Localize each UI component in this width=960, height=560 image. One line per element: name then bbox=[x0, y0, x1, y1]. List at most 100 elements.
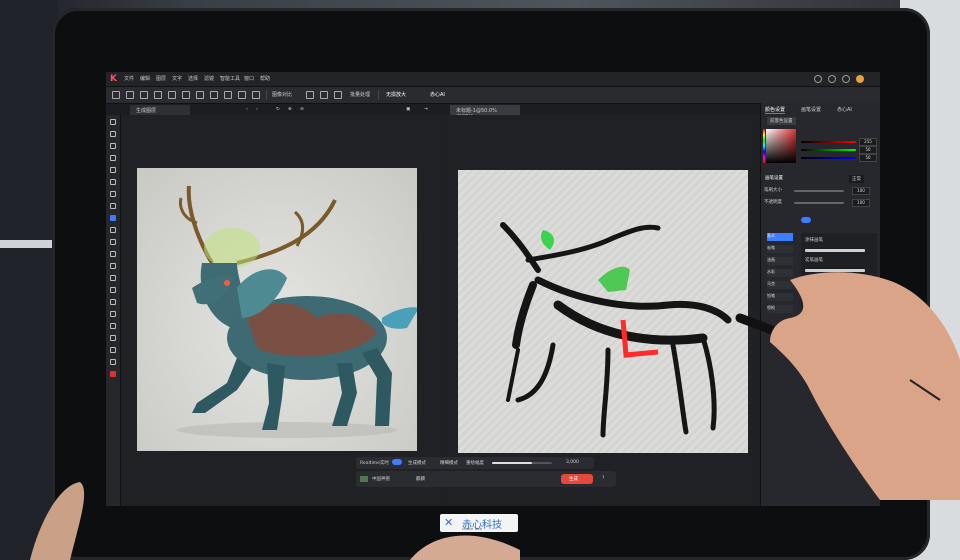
app-logo[interactable]: K bbox=[110, 74, 120, 84]
brush-name[interactable]: 涂抹画笔 bbox=[805, 237, 823, 243]
move-tool-icon[interactable] bbox=[110, 119, 116, 125]
zoom-in-icon[interactable]: ⊕ bbox=[288, 107, 292, 112]
shape-tool-icon[interactable] bbox=[110, 299, 116, 305]
menu-select[interactable]: 选择 bbox=[188, 75, 198, 82]
eraser-tool-icon[interactable] bbox=[110, 227, 116, 233]
chevron-right-icon[interactable]: › bbox=[256, 107, 258, 112]
dodge-tool-icon[interactable] bbox=[110, 275, 116, 281]
gradient-tool-icon[interactable] bbox=[110, 251, 116, 257]
open-file-icon[interactable] bbox=[140, 91, 148, 99]
vip-icon[interactable] bbox=[856, 75, 864, 83]
undo-icon[interactable] bbox=[182, 91, 190, 99]
red-slider[interactable] bbox=[801, 141, 856, 143]
menu-help[interactable]: 帮助 bbox=[260, 75, 270, 82]
blue-slider[interactable] bbox=[801, 157, 856, 159]
refresh-icon[interactable]: ↻ bbox=[276, 107, 280, 112]
tab-ai[interactable]: 赤心AI bbox=[837, 106, 852, 113]
hand-tool-icon[interactable] bbox=[110, 311, 116, 317]
brush-mode-select[interactable]: 正常 bbox=[849, 175, 864, 183]
lasso-tool-icon[interactable] bbox=[110, 155, 116, 161]
color-picker[interactable] bbox=[766, 129, 796, 163]
green-value[interactable]: 50 bbox=[859, 146, 877, 154]
generate-button-label: 生成 bbox=[569, 477, 578, 482]
opacity-value[interactable]: 100 bbox=[852, 199, 870, 207]
tab-color-settings[interactable]: 颜色设置 bbox=[765, 106, 786, 114]
mirror-icon[interactable] bbox=[334, 91, 342, 99]
style-select[interactable]: 中国神兽 bbox=[372, 476, 390, 482]
prompt-input[interactable]: 麒麟 bbox=[416, 476, 425, 482]
zoom-tool-icon[interactable] bbox=[110, 323, 116, 329]
healing-tool-icon[interactable] bbox=[110, 347, 116, 353]
menu-smart-tools[interactable]: 智能工具 bbox=[220, 75, 240, 82]
sketch-drawing-area[interactable] bbox=[458, 170, 748, 453]
opacity-slider[interactable] bbox=[794, 202, 844, 204]
artboard-tool-icon[interactable] bbox=[110, 131, 116, 137]
menu-layer[interactable]: 图层 bbox=[156, 75, 166, 82]
text-tool-icon[interactable] bbox=[110, 203, 116, 209]
notification-icon[interactable] bbox=[828, 75, 836, 83]
send-to-canvas-icon[interactable]: ⇥ bbox=[424, 107, 428, 112]
pressure-toggle[interactable] bbox=[801, 217, 811, 223]
blue-value[interactable]: 50 bbox=[859, 154, 877, 162]
upscale-button[interactable]: 无损放大 bbox=[386, 91, 406, 98]
sketch-canvas[interactable] bbox=[448, 115, 758, 506]
magic-wand-icon[interactable] bbox=[110, 167, 116, 173]
top-toolbar: 图像对比 批量处理 无损放大 赤心AI bbox=[106, 87, 880, 104]
green-slider[interactable] bbox=[801, 149, 856, 151]
desk-edge bbox=[0, 240, 60, 248]
fill-tool-icon[interactable] bbox=[110, 239, 116, 245]
style-thumbnail[interactable] bbox=[360, 476, 368, 482]
foreground-color-button[interactable]: 前景色设置 bbox=[767, 117, 796, 125]
brush-section-title: 画笔设置 bbox=[765, 176, 783, 181]
menu-filter[interactable]: 滤镜 bbox=[204, 75, 214, 82]
grid-icon[interactable] bbox=[252, 91, 260, 99]
save-icon[interactable] bbox=[154, 91, 162, 99]
ai-assist-button[interactable]: 赤心AI bbox=[430, 91, 445, 98]
hue-strip[interactable] bbox=[763, 129, 765, 163]
paste-icon[interactable] bbox=[224, 91, 232, 99]
clone-tool-icon[interactable] bbox=[110, 335, 116, 341]
flip-icon[interactable] bbox=[320, 91, 328, 99]
export-icon[interactable] bbox=[168, 91, 176, 99]
red-value[interactable]: 255 bbox=[859, 138, 877, 146]
brush-tool-icon[interactable] bbox=[110, 215, 116, 221]
compare-label[interactable]: 图像对比 bbox=[272, 91, 292, 98]
pen-tool-icon[interactable] bbox=[110, 287, 116, 293]
chevron-left-icon[interactable]: ‹ bbox=[246, 107, 248, 112]
eyedropper-icon[interactable] bbox=[110, 191, 116, 197]
brush-category-item[interactable]: 基本 bbox=[767, 233, 793, 241]
tab-generated-layer[interactable]: 生成图层 bbox=[130, 105, 190, 115]
new-file-icon[interactable] bbox=[126, 91, 134, 99]
help-icon[interactable]: ? bbox=[602, 476, 604, 481]
blur-tool-icon[interactable] bbox=[110, 263, 116, 269]
brush-size-slider[interactable] bbox=[794, 190, 844, 192]
tab-untitled-doc[interactable]: 未标题-1@50.0% (RGB)* bbox=[450, 105, 520, 120]
brush-category-item[interactable]: 炭笔 bbox=[767, 245, 793, 253]
copy-icon[interactable] bbox=[210, 91, 218, 99]
home-icon[interactable] bbox=[112, 91, 120, 99]
marquee-tool-icon[interactable] bbox=[110, 143, 116, 149]
crop-icon[interactable] bbox=[238, 91, 246, 99]
realtime-toggle[interactable] bbox=[392, 459, 402, 465]
foreground-color-icon[interactable] bbox=[110, 371, 116, 377]
generated-result-canvas[interactable] bbox=[121, 115, 446, 506]
tab-brush-settings[interactable]: 画笔设置 bbox=[801, 106, 821, 113]
zoom-out-icon[interactable]: ⊖ bbox=[300, 107, 304, 112]
strength-label: 重绘幅度 bbox=[466, 461, 484, 466]
menu-text[interactable]: 文字 bbox=[172, 75, 182, 82]
tools-sidebar bbox=[106, 115, 121, 506]
smudge-tool-icon[interactable] bbox=[110, 359, 116, 365]
account-icon[interactable] bbox=[814, 75, 822, 83]
rotate-icon[interactable] bbox=[306, 91, 314, 99]
lock-icon[interactable]: ▣ bbox=[406, 107, 410, 112]
settings-icon[interactable] bbox=[842, 75, 850, 83]
brush-size-value[interactable]: 100 bbox=[852, 187, 870, 195]
menu-edit[interactable]: 编辑 bbox=[140, 75, 150, 82]
crop-tool-icon[interactable] bbox=[110, 179, 116, 185]
menu-file[interactable]: 文件 bbox=[124, 75, 134, 82]
generate-button[interactable]: 生成 bbox=[561, 474, 593, 484]
brush-stroke-preview bbox=[805, 249, 865, 252]
redo-icon[interactable] bbox=[196, 91, 204, 99]
batch-label[interactable]: 批量处理 bbox=[350, 91, 370, 98]
menu-window[interactable]: 窗口 bbox=[244, 75, 254, 82]
